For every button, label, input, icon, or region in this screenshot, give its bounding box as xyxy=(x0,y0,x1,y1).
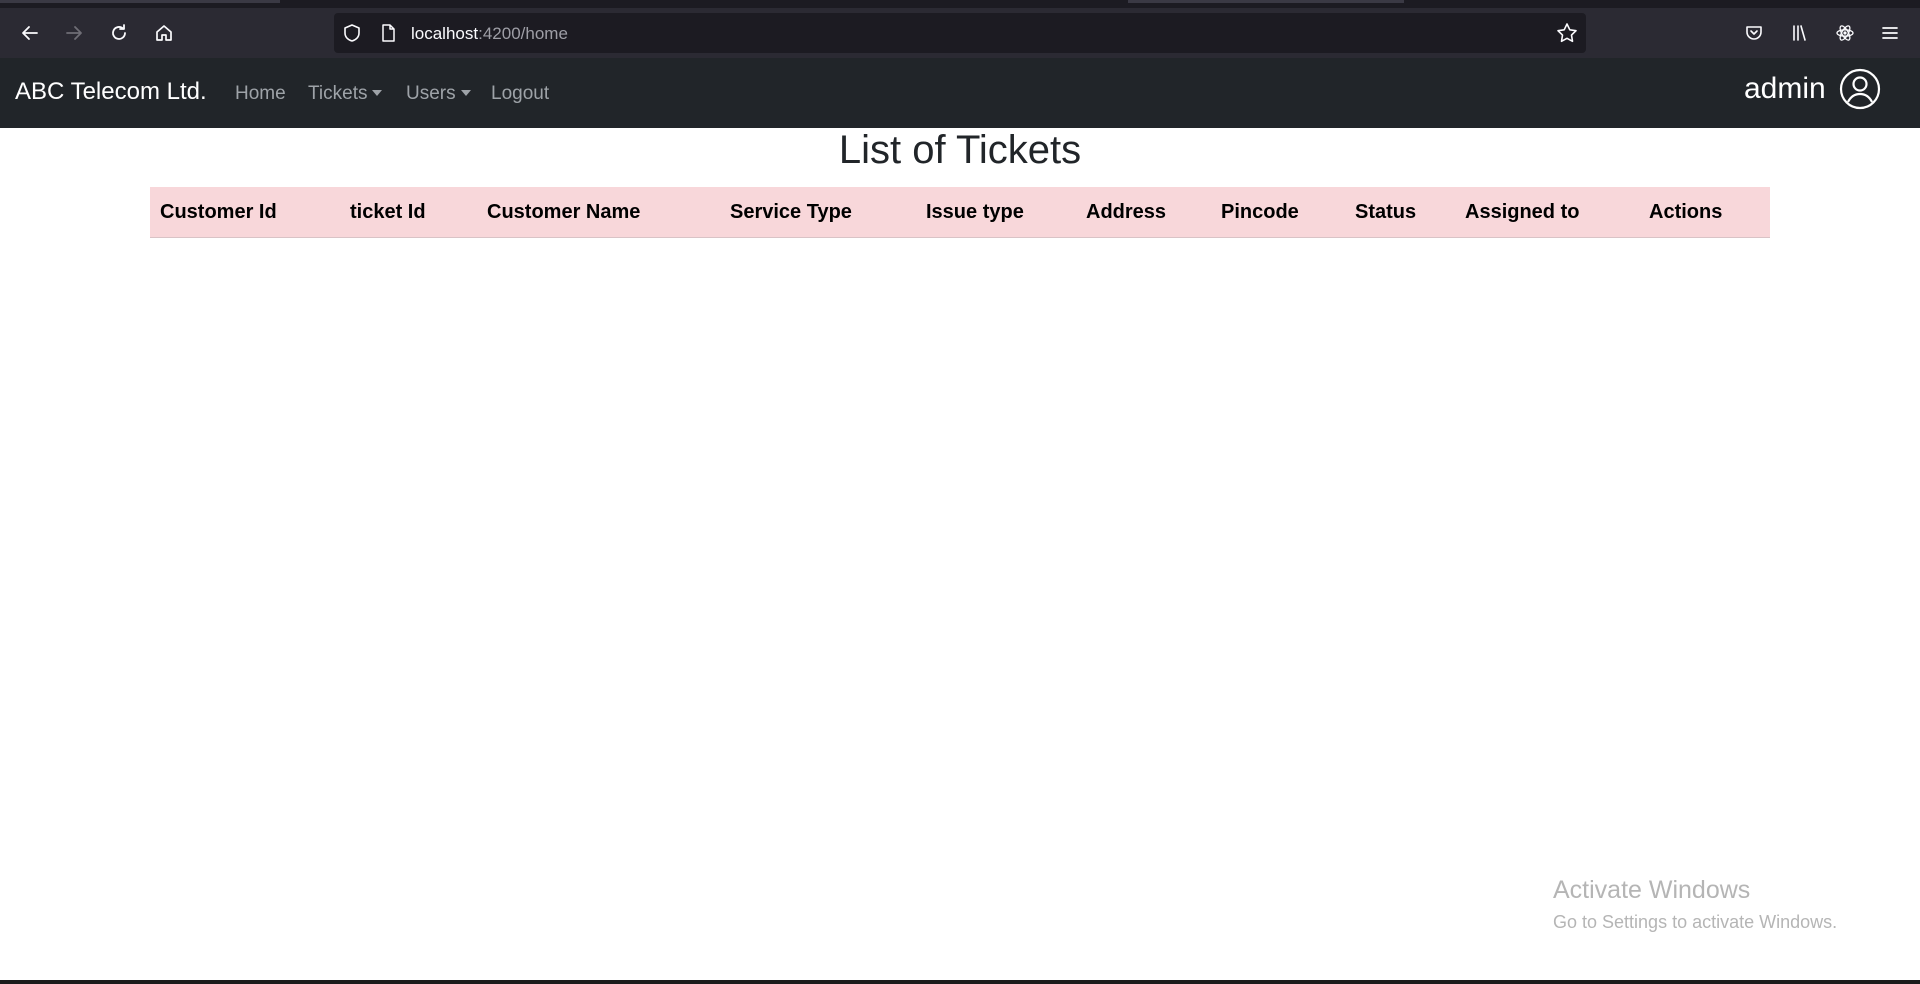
pocket-icon xyxy=(1746,26,1762,40)
forward-button[interactable] xyxy=(58,18,90,48)
column-header: Status xyxy=(1345,187,1455,238)
menu-button[interactable] xyxy=(1874,18,1906,48)
url-host: localhost xyxy=(411,24,479,43)
current-user-name: admin xyxy=(1744,72,1826,105)
column-header: Customer Name xyxy=(477,187,720,238)
nav-users-label: Users xyxy=(406,83,456,104)
browser-toolbar: localhost:4200/home xyxy=(0,8,1920,58)
nav-tickets-dropdown[interactable]: Tickets xyxy=(308,83,383,105)
page-icon[interactable] xyxy=(378,23,398,43)
arrow-right-icon xyxy=(66,26,82,40)
column-header: Assigned to xyxy=(1455,187,1639,238)
page-title: List of Tickets xyxy=(838,128,1082,172)
table-header-row: Customer Id ticket Id Customer Name Serv… xyxy=(150,187,1770,238)
column-header: Pincode xyxy=(1211,187,1345,238)
url-text[interactable]: localhost:4200/home xyxy=(411,24,568,44)
tab-edge[interactable] xyxy=(0,0,280,3)
tickets-table: Customer Id ticket Id Customer Name Serv… xyxy=(150,187,1770,238)
react-devtools-icon xyxy=(1836,25,1854,41)
nav-logout[interactable]: Logout xyxy=(491,83,549,105)
nav-users-dropdown[interactable]: Users xyxy=(406,83,471,105)
library-button[interactable] xyxy=(1784,18,1816,48)
shield-icon[interactable] xyxy=(342,23,362,43)
reload-button[interactable] xyxy=(103,18,135,48)
hamburger-menu-icon xyxy=(1882,27,1898,39)
activation-watermark-title: Activate Windows xyxy=(1553,876,1751,904)
activation-watermark-subtitle: Go to Settings to activate Windows. xyxy=(1553,912,1838,932)
caret-down-icon xyxy=(460,90,471,96)
home-button[interactable] xyxy=(148,18,180,48)
url-path: :4200/home xyxy=(478,24,568,43)
taskbar-edge xyxy=(0,980,1920,984)
arrow-left-icon xyxy=(22,26,38,40)
nav-tickets-label: Tickets xyxy=(308,83,368,104)
column-header: Address xyxy=(1076,187,1211,238)
column-header: Service Type xyxy=(720,187,916,238)
user-avatar-icon[interactable] xyxy=(1839,68,1881,110)
url-bar[interactable]: localhost:4200/home xyxy=(334,13,1586,53)
back-button[interactable] xyxy=(14,18,46,48)
reload-icon xyxy=(112,24,126,40)
app-navbar: ABC Telecom Ltd. Home Tickets Users Logo… xyxy=(0,58,1920,128)
column-header: Issue type xyxy=(916,187,1076,238)
column-header: ticket Id xyxy=(340,187,477,238)
caret-down-icon xyxy=(372,90,383,96)
browser-tab-strip xyxy=(0,0,1920,8)
pocket-button[interactable] xyxy=(1738,18,1770,48)
bookmark-star-icon[interactable] xyxy=(1556,22,1578,44)
library-icon xyxy=(1793,25,1806,41)
column-header: Actions xyxy=(1639,187,1770,238)
tab-edge[interactable] xyxy=(1128,0,1404,3)
column-header: Customer Id xyxy=(150,187,340,238)
home-icon xyxy=(156,25,172,41)
extension-button[interactable] xyxy=(1829,18,1861,48)
nav-home[interactable]: Home xyxy=(235,83,286,105)
brand-link[interactable]: ABC Telecom Ltd. xyxy=(15,78,207,106)
